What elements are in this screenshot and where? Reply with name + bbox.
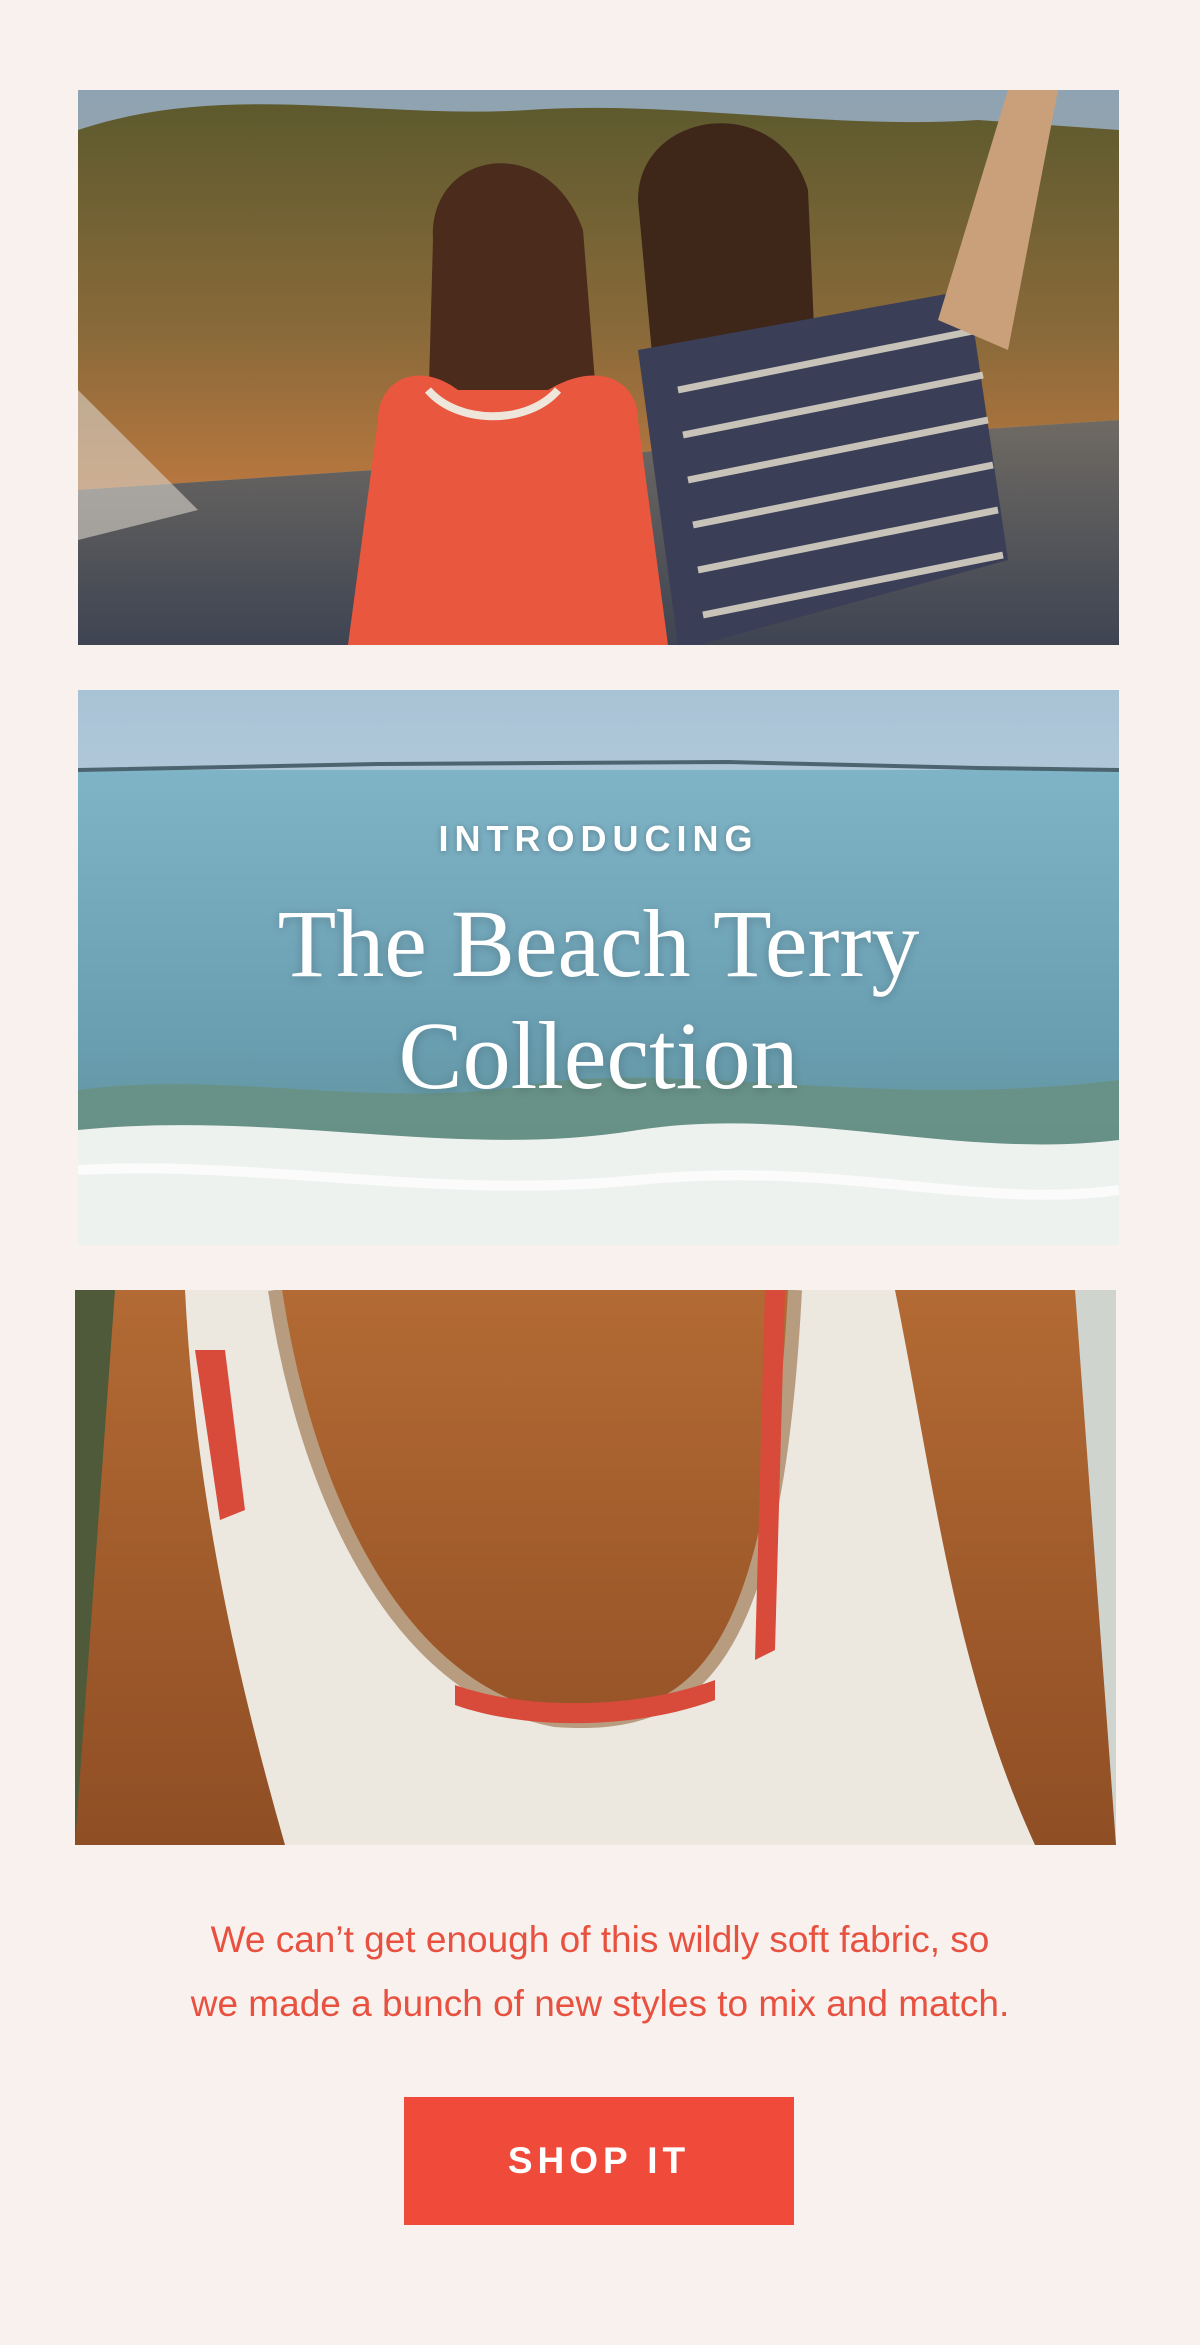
hero-headline-line-2: Collection [398,1002,799,1109]
shop-it-button[interactable]: SHOP IT [404,2097,794,2225]
body-copy-line-1: We can’t get enough of this wildly soft … [210,1919,990,1960]
hero-headline: The Beach Terry Collection [78,888,1119,1112]
hero-headline-line-1: The Beach Terry [277,890,920,997]
photo-terry-tank-back [75,1290,1116,1845]
hero-banner: INTRODUCING The Beach Terry Collection [78,690,1119,1245]
body-copy: We can’t get enough of this wildly soft … [120,1908,1080,2036]
photo-models-beach [78,90,1119,645]
body-copy-line-2: we made a bunch of new styles to mix and… [190,1983,1010,2024]
hero-text-overlay: INTRODUCING The Beach Terry Collection [78,690,1119,1245]
hero-eyebrow: INTRODUCING [438,818,759,859]
email-page: INTRODUCING The Beach Terry Collection W… [0,0,1200,2345]
